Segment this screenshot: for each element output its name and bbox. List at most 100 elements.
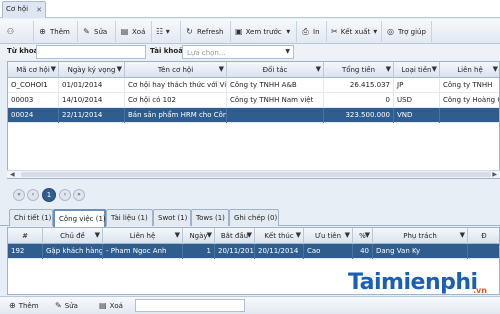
them-button[interactable]: ⊕ Thêm — [34, 21, 78, 42]
toolbar-label: Refresh — [197, 27, 224, 36]
column-header-lien-he[interactable]: Liên hệ ▼ — [103, 228, 183, 244]
column-header-item[interactable]: # — [8, 228, 43, 244]
filter-icon[interactable]: ▼ — [432, 65, 437, 73]
scroll-thumb[interactable] — [21, 172, 491, 177]
table-cell: 20/11/2014 — [255, 244, 304, 259]
detail-tabs: Chi tiết (1) Công việc (1) Tài liệu (1) Swo… — [0, 207, 500, 227]
keyword-label: Từ khoá — [7, 47, 39, 55]
table-cell — [440, 108, 499, 123]
pager: « ‹ 1 › » — [0, 188, 500, 202]
tab-ghi-chep-0[interactable]: Ghi chép (0) — [229, 209, 279, 226]
table-cell: 14/10/2014 — [59, 93, 125, 108]
column-header-lien-he[interactable]: Liên hệ ▼ — [440, 62, 499, 78]
them-button[interactable]: ⊕ Thêm — [6, 299, 42, 313]
in-button[interactable]: ⎙ In — [297, 21, 327, 42]
filter-icon[interactable]: ▼ — [51, 65, 56, 73]
binoculars-button[interactable]: ⚇ — [2, 21, 34, 42]
table-cell: - Pham Ngoc Anh — [103, 244, 183, 259]
column-header-bat-dau[interactable]: Bắt đầu ▼ — [215, 228, 255, 244]
tab-tai-lieu-1[interactable]: Tài liệu (1) — [106, 209, 153, 226]
column-header-tong-tien[interactable]: Tổng tiền ▼ — [324, 62, 394, 78]
toolbar-label: In — [313, 27, 320, 36]
tab-chi-tiet-1[interactable]: Chi tiết (1) — [9, 209, 53, 226]
column-header-ten-co-hoi[interactable]: Tên cơ hội ▼ — [125, 62, 227, 78]
chevron-down-icon[interactable]: ▼ — [285, 49, 290, 55]
column-header-doi-tac[interactable]: Đối tác ▼ — [227, 62, 324, 78]
grid-header: # Chủ đề ▼ Liên hệ ▼ Ngày ▼ Bắt đầu ▼ Kết thúc ▼ Ưu… — [8, 228, 499, 244]
column-title: Liên hệ — [457, 66, 483, 74]
filter-icon[interactable]: ▼ — [219, 65, 224, 73]
options-button[interactable]: ☷ ▾ — [152, 21, 181, 42]
first-page-button[interactable]: « — [13, 189, 25, 201]
filter-icon[interactable]: ▼ — [365, 231, 370, 239]
keyword-input[interactable] — [36, 45, 146, 59]
filter-icon[interactable]: ▼ — [386, 65, 391, 73]
table-row[interactable]: 192 Gặp khách hàng - Pham Ngoc Anh 1 20/11/2… — [8, 244, 499, 259]
filter-icon[interactable]: ▼ — [493, 65, 498, 73]
watermark-brand: Taimienphi — [348, 270, 478, 295]
refresh-button[interactable]: ↻ Refresh — [181, 21, 231, 42]
scroll-left-icon[interactable]: ◀ — [10, 171, 15, 178]
tab-co-hoi[interactable]: Cơ hội ✕ — [2, 1, 46, 18]
main-toolbar: ⚇ ⊕ Thêm ✎ Sửa ▤ Xoá ☷ ▾ ↻ Refresh ▣ Xem trước ▾ ⎙ In ✂… — [0, 19, 500, 44]
tab-title: Cơ hội — [6, 5, 29, 13]
filter-icon[interactable]: ▼ — [296, 231, 301, 239]
table-row[interactable]: 00003 14/10/2014 Cơ hội có 102 Công ty TNHH… — [8, 93, 499, 108]
column-title: Tên cơ hội — [157, 66, 194, 74]
tab-tows-1[interactable]: Tows (1) — [191, 209, 229, 226]
toolbar-label: Sửa — [94, 27, 108, 36]
tro-giup-button[interactable]: ◎ Trợ giúp — [382, 21, 432, 42]
column-header-uu-tien[interactable]: Ưu tiên ▼ — [304, 228, 353, 244]
table-cell: Cơ hội hay thách thức với Việt Nam — [125, 78, 227, 93]
column-header-phu-trach[interactable]: Phụ trách ▼ — [373, 228, 468, 244]
column-header-ket-thuc[interactable]: Kết thúc ▼ — [255, 228, 304, 244]
column-title: Bắt đầu — [220, 232, 249, 240]
sua-button[interactable]: ✎ Sửa — [78, 21, 116, 42]
filter-icon[interactable]: ▼ — [460, 231, 465, 239]
table-cell: Công ty TNHH Nam việt — [227, 93, 324, 108]
watermark-tld: .vn — [473, 286, 487, 295]
table-cell: 01/01/2014 — [59, 78, 125, 93]
close-tab-icon[interactable]: ✕ — [36, 6, 42, 14]
last-page-button[interactable]: » — [73, 189, 85, 201]
horizontal-scrollbar[interactable]: ◀ ▶ — [7, 170, 500, 178]
table-row[interactable]: O_COHOI1 01/01/2014 Cơ hội hay thách thức … — [8, 78, 499, 93]
filter-icon[interactable]: ▼ — [175, 231, 180, 239]
account-placeholder: Lựa chọn... — [187, 49, 226, 57]
column-header-ma-co-hoi[interactable]: Mã cơ hội ▼ — [8, 62, 59, 78]
column-header-loai-tien[interactable]: Loại tiền ▼ — [394, 62, 440, 78]
chevron-down-icon: ▾ — [373, 26, 378, 36]
column-header-d[interactable]: Đ — [468, 228, 499, 244]
tab-swot-1[interactable]: Swot (1) — [153, 209, 191, 226]
current-page-button[interactable]: 1 — [42, 188, 56, 202]
filter-icon[interactable]: ▼ — [207, 231, 212, 239]
scroll-right-icon[interactable]: ▶ — [492, 171, 497, 178]
filter-icon[interactable]: ▼ — [247, 231, 252, 239]
column-header-ngay-ky-vong[interactable]: Ngày ký vọng ▼ — [59, 62, 125, 78]
sua-button[interactable]: ✎ Sửa — [52, 299, 81, 313]
table-row[interactable]: 0002422/11/2014Bán sản phẩm HRM cho Công… — [8, 108, 499, 123]
table-cell: 00003 — [8, 93, 59, 108]
bottom-input[interactable] — [135, 299, 245, 312]
next-page-button[interactable]: › — [59, 189, 71, 201]
xem-truoc-button[interactable]: ▣ Xem trước ▾ — [231, 21, 297, 42]
xoa-button[interactable]: ▤ Xoá — [96, 299, 126, 313]
xoa-button[interactable]: ▤ Xoá — [116, 21, 152, 42]
ket-xuat-button[interactable]: ✂ Kết xuất ▾ — [327, 21, 382, 42]
filter-icon[interactable]: ▼ — [95, 231, 100, 239]
table-cell: Gặp khách hàng — [43, 244, 103, 259]
column-header-ngay[interactable]: Ngày ▼ — [183, 228, 215, 244]
column-header-item[interactable]: % ▼ — [353, 228, 373, 244]
column-header-chu-de[interactable]: Chủ đề ▼ — [43, 228, 103, 244]
add-icon: ⊕ — [9, 301, 16, 310]
table-cell: O_COHOI1 — [8, 78, 59, 93]
prev-page-button[interactable]: ‹ — [27, 189, 39, 201]
filter-icon[interactable]: ▼ — [345, 231, 350, 239]
account-select[interactable]: Lựa chọn... ▼ — [182, 45, 294, 59]
filter-icon[interactable]: ▼ — [117, 65, 122, 73]
table-cell — [227, 108, 324, 123]
tab-cong-viec-1[interactable]: Công việc (1) — [53, 209, 106, 227]
filter-icon[interactable]: ▼ — [316, 65, 321, 73]
column-title: Chủ đề — [60, 232, 85, 240]
delete-icon: ▤ — [99, 301, 107, 310]
